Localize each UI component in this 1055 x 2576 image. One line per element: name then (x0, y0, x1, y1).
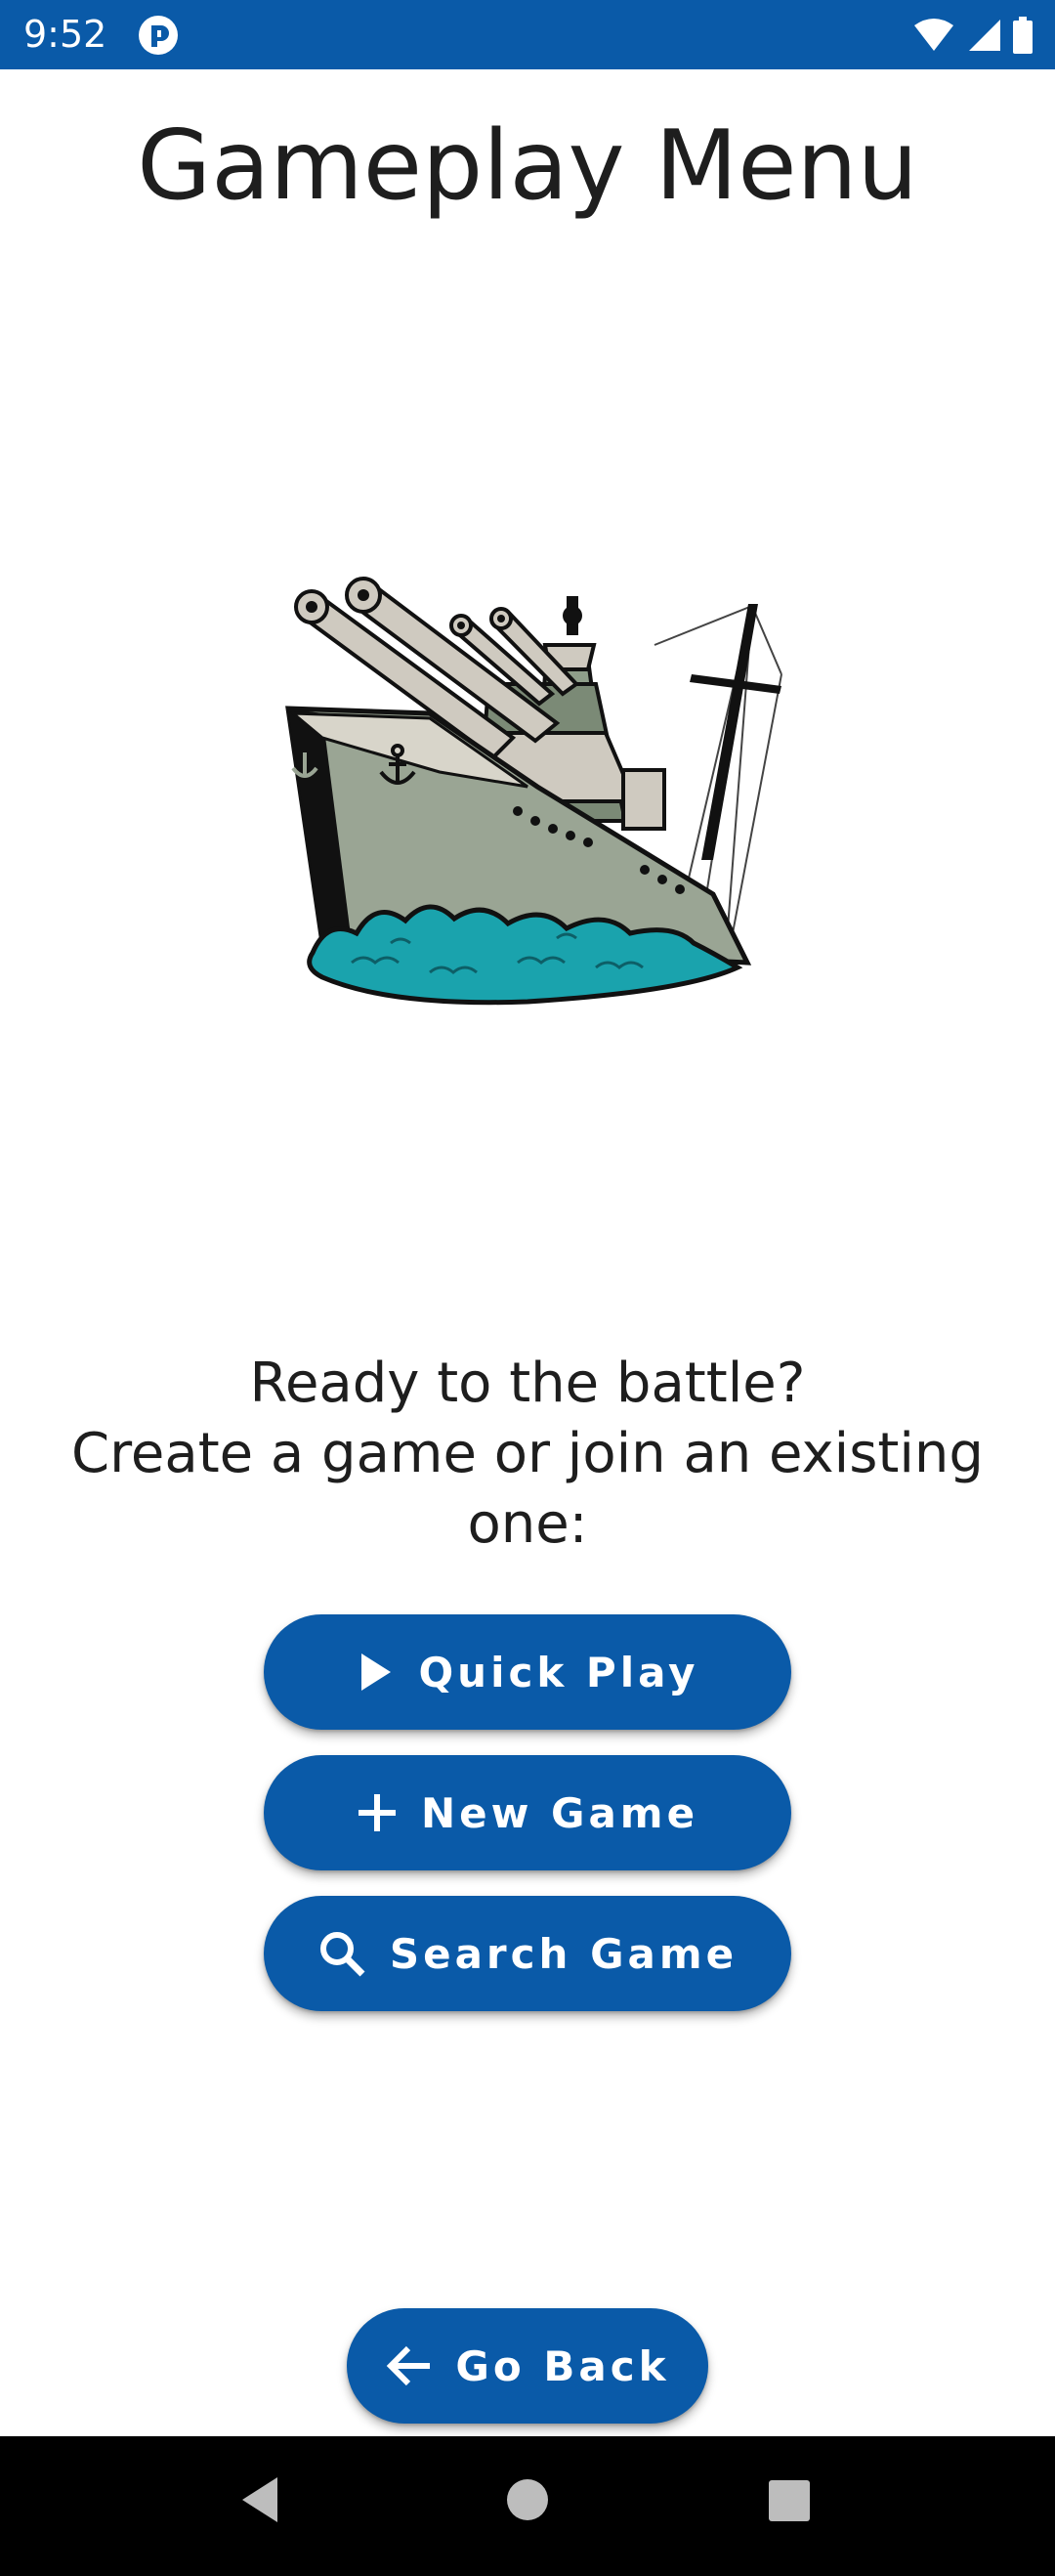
status-icons (912, 14, 1034, 57)
status-time: 9:52 (23, 13, 107, 56)
app-notification-icon (139, 16, 178, 55)
search-icon (319, 1932, 365, 1977)
battleship-illustration (285, 577, 782, 1006)
system-navigation-bar (0, 2436, 1055, 2576)
go-back-button[interactable]: Go Back (347, 2308, 708, 2424)
recents-square-icon[interactable] (768, 2479, 811, 2522)
arrow-left-icon (387, 2345, 431, 2386)
prompt-line-3: one: (467, 1492, 588, 1556)
plus-icon (358, 1794, 396, 1831)
new-game-label: New Game (420, 1788, 699, 1837)
battery-icon (1013, 17, 1033, 54)
quick-play-label: Quick Play (418, 1648, 699, 1696)
play-icon (361, 1653, 392, 1691)
search-game-label: Search Game (389, 1929, 738, 1978)
status-bar: 9:52 (0, 0, 1055, 69)
battle-prompt: Ready to the battle? Create a game or jo… (59, 1349, 996, 1560)
new-game-button[interactable]: New Game (264, 1755, 791, 1870)
page-title: Gameplay Menu (137, 110, 918, 222)
wifi-icon (914, 19, 953, 51)
prompt-line-1: Ready to the battle? (249, 1352, 806, 1415)
quick-play-button[interactable]: Quick Play (264, 1614, 791, 1730)
go-back-label: Go Back (455, 2341, 670, 2390)
home-circle-icon[interactable] (505, 2477, 550, 2522)
prompt-line-2: Create a game or join an existing (71, 1422, 984, 1485)
signal-icon (969, 20, 1000, 51)
search-game-button[interactable]: Search Game (264, 1896, 791, 2011)
back-triangle-icon[interactable] (238, 2475, 281, 2524)
